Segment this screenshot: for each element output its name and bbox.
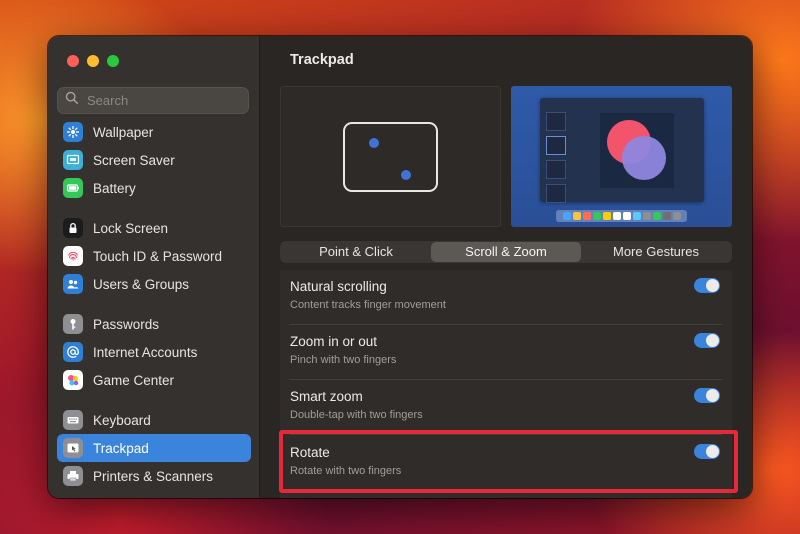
game-center-icon (63, 370, 83, 390)
gesture-preview-screen (511, 86, 732, 227)
sidebar-item-label: Printers & Scanners (93, 468, 214, 484)
sidebar-item-game-center[interactable]: Game Center (57, 366, 251, 394)
dock-app-icon (642, 212, 651, 220)
sidebar: Wallpaper Screen Saver Battery Lock Sc (48, 36, 260, 498)
tab-more-gestures[interactable]: More Gestures (581, 242, 731, 262)
preview-shape (622, 136, 666, 180)
sidebar-item-label: Passwords (93, 316, 160, 332)
window-controls (67, 55, 119, 67)
rotate-highlight-box (279, 430, 738, 493)
zoom-toggle[interactable] (694, 333, 720, 348)
sidebar-item-label: Touch ID & Password (93, 248, 223, 264)
gesture-preview-trackpad (280, 86, 501, 227)
screen-saver-icon (63, 150, 83, 170)
sidebar-item-printers-scanners[interactable]: Printers & Scanners (57, 462, 251, 490)
sidebar-item-battery[interactable]: Battery (57, 174, 251, 202)
sidebar-item-passwords[interactable]: Passwords (57, 310, 251, 338)
sidebar-item-users-groups[interactable]: Users & Groups (57, 270, 251, 298)
preview-dock (556, 210, 687, 222)
dock-app-icon (592, 212, 601, 220)
close-button[interactable] (67, 55, 79, 67)
setting-row-zoom: Zoom in or out Pinch with two fingers (280, 325, 732, 380)
lock-icon (63, 218, 83, 238)
dock-app-icon (662, 212, 671, 220)
system-settings-window: Wallpaper Screen Saver Battery Lock Sc (48, 36, 752, 498)
sidebar-item-label: Users & Groups (93, 276, 190, 292)
setting-label: Natural scrolling (290, 279, 387, 294)
dock-app-icon (572, 212, 581, 220)
dock-app-icon (652, 212, 661, 220)
sidebar-item-label: Keyboard (93, 412, 151, 428)
setting-label: Smart zoom (290, 389, 363, 404)
sidebar-item-label: Lock Screen (93, 220, 169, 236)
dock-app-icon (562, 212, 571, 220)
sidebar-item-keyboard[interactable]: Keyboard (57, 406, 251, 434)
sidebar-item-internet-accounts[interactable]: Internet Accounts (57, 338, 251, 366)
setting-description: Pinch with two fingers (290, 354, 397, 366)
sidebar-item-touch-id[interactable]: Touch ID & Password (57, 242, 251, 270)
preview-app-window (540, 98, 704, 203)
search-field[interactable] (57, 87, 249, 114)
sidebar-item-screen-saver[interactable]: Screen Saver (57, 146, 251, 174)
preview-thumbnail (546, 136, 566, 155)
tab-point-click[interactable]: Point & Click (281, 242, 431, 262)
setting-label: Zoom in or out (290, 334, 378, 349)
natural-scrolling-toggle[interactable] (694, 278, 720, 293)
sidebar-item-label: Game Center (93, 372, 175, 388)
battery-icon (63, 178, 83, 198)
finger-dot (369, 138, 379, 148)
dock-app-icon (602, 212, 611, 220)
dock-app-icon (672, 212, 681, 220)
setting-row-natural-scrolling: Natural scrolling Content tracks finger … (280, 270, 732, 325)
tab-bar: Point & Click Scroll & Zoom More Gesture… (280, 241, 732, 263)
sidebar-item-label: Screen Saver (93, 152, 175, 168)
page-title: Trackpad (290, 52, 354, 68)
fingerprint-icon (63, 246, 83, 266)
sidebar-item-label: Battery (93, 180, 136, 196)
search-input[interactable] (85, 92, 239, 109)
tab-scroll-zoom[interactable]: Scroll & Zoom (431, 242, 581, 262)
dock-app-icon (612, 212, 621, 220)
dock-app-icon (632, 212, 641, 220)
sidebar-item-lock-screen[interactable]: Lock Screen (57, 214, 251, 242)
users-icon (63, 274, 83, 294)
minimize-button[interactable] (87, 55, 99, 67)
trackpad-icon (63, 438, 83, 458)
main-content: Trackpad Point & Click Scroll & Zoom Mor… (260, 36, 752, 498)
at-sign-icon (63, 342, 83, 362)
sidebar-item-trackpad[interactable]: Trackpad (57, 434, 251, 462)
preview-thumbnail (546, 112, 566, 131)
sidebar-item-label: Internet Accounts (93, 344, 198, 360)
wallpaper-icon (63, 122, 83, 142)
dock-app-icon (622, 212, 631, 220)
trackpad-illustration (343, 122, 438, 192)
preview-thumbnail (546, 184, 566, 203)
preview-thumbnail (546, 160, 566, 179)
dock-app-icon (582, 212, 591, 220)
sidebar-item-label: Wallpaper (93, 124, 154, 140)
keyboard-icon (63, 410, 83, 430)
sidebar-item-wallpaper[interactable]: Wallpaper (57, 118, 251, 146)
key-icon (63, 314, 83, 334)
search-icon (65, 91, 79, 110)
smart-zoom-toggle[interactable] (694, 388, 720, 403)
zoom-button[interactable] (107, 55, 119, 67)
finger-dot (401, 170, 411, 180)
setting-description: Content tracks finger movement (290, 299, 446, 311)
setting-description: Double-tap with two fingers (290, 409, 423, 421)
sidebar-item-label: Trackpad (93, 440, 149, 456)
sidebar-list: Wallpaper Screen Saver Battery Lock Scre… (57, 118, 251, 490)
printer-icon (63, 466, 83, 486)
setting-row-smart-zoom: Smart zoom Double-tap with two fingers (280, 380, 732, 435)
